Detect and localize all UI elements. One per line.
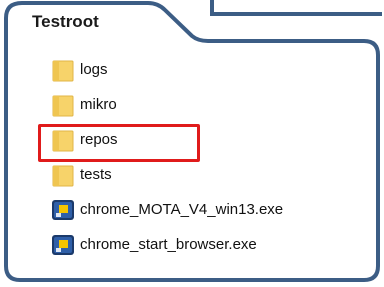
list-item-tests[interactable]: tests <box>50 161 283 188</box>
folder-icon <box>50 162 76 188</box>
folder-title: Testroot <box>32 12 99 31</box>
list-item-logs[interactable]: logs <box>50 56 283 83</box>
item-label: chrome_MOTA_V4_win13.exe <box>80 201 284 218</box>
highlight-box <box>38 124 200 162</box>
item-label: tests <box>80 166 112 183</box>
folder-icon <box>50 92 76 118</box>
list-item-mikro[interactable]: mikro <box>50 91 283 118</box>
folder-diagram: Testroot logs mikro repos tests chrome_M… <box>0 0 384 287</box>
list-item-chrome-mota[interactable]: chrome_MOTA_V4_win13.exe <box>50 196 283 223</box>
folder-icon <box>50 57 76 83</box>
item-label: mikro <box>80 96 117 113</box>
list-item-chrome-start[interactable]: chrome_start_browser.exe <box>50 231 283 258</box>
exe-app-icon <box>50 232 76 258</box>
exe-app-icon <box>50 197 76 223</box>
item-label: chrome_start_browser.exe <box>80 236 257 253</box>
item-label: logs <box>80 61 108 78</box>
